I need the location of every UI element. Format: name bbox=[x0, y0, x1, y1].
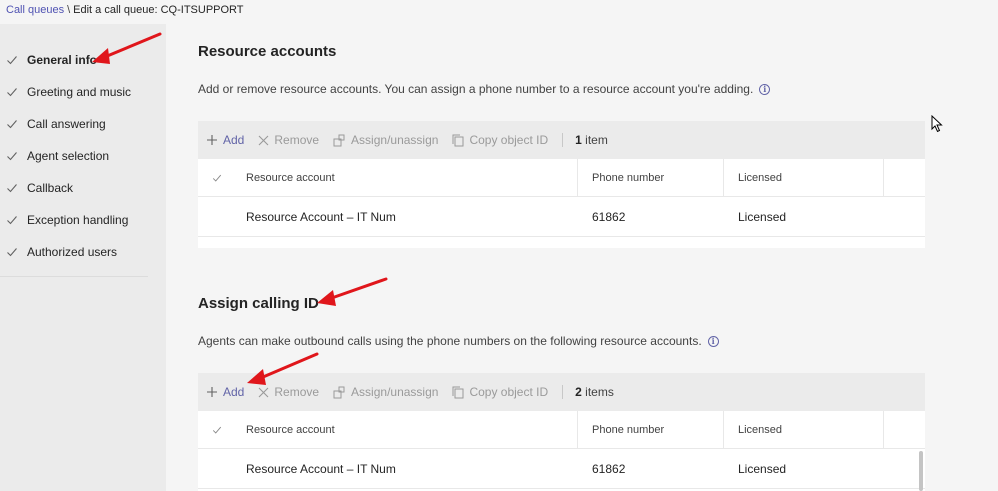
annotation-arrows bbox=[92, 32, 388, 385]
annotation-arrow-add bbox=[247, 352, 319, 385]
annotation-arrow-general-info bbox=[92, 32, 162, 64]
annotation-arrow-assign-calling-id bbox=[317, 277, 388, 306]
